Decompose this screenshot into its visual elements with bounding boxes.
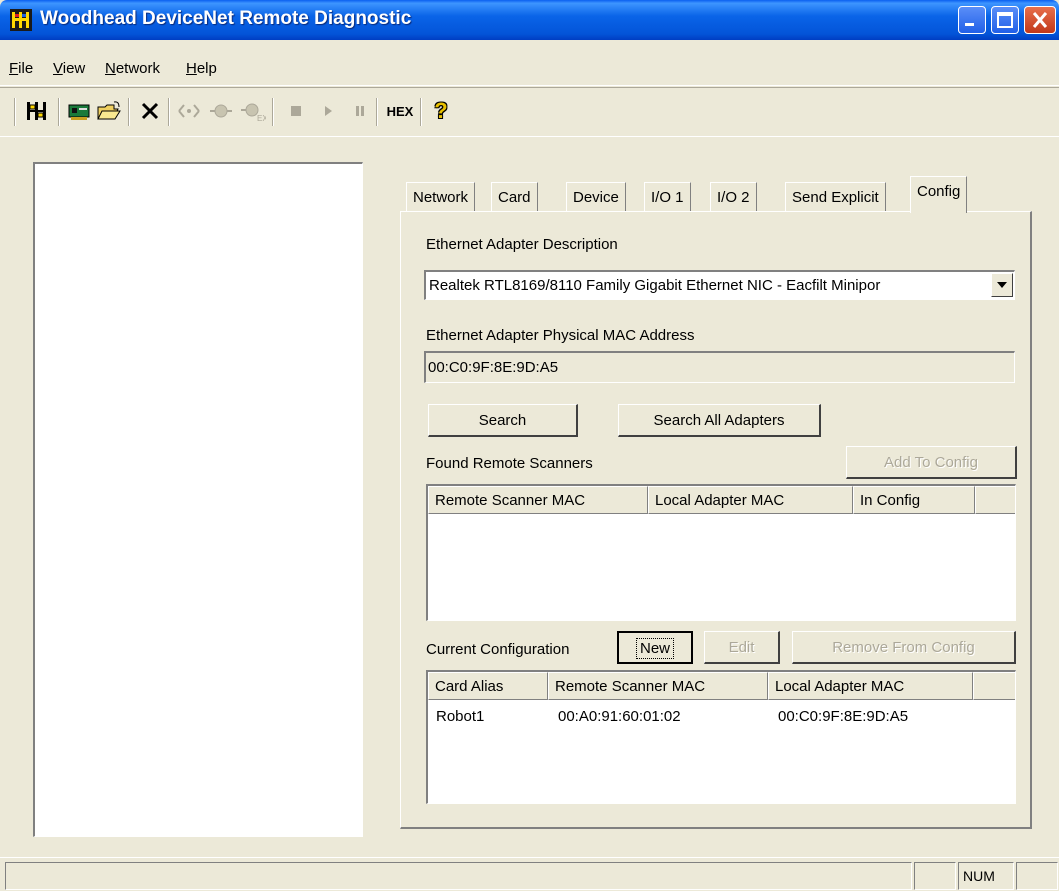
- add-to-config-button[interactable]: Add To Config: [846, 446, 1017, 479]
- pause-icon: [347, 98, 373, 124]
- column-local-adapter-mac[interactable]: Local Adapter MAC: [768, 672, 973, 700]
- menu-file[interactable]: File: [9, 60, 33, 77]
- dropdown-button[interactable]: [991, 273, 1013, 297]
- title-bar[interactable]: Woodhead DeviceNet Remote Diagnostic: [0, 0, 1059, 40]
- found-scanners-label: Found Remote Scanners: [426, 455, 593, 472]
- status-bar: NUM: [0, 857, 1059, 891]
- search-button[interactable]: Search: [428, 404, 578, 437]
- minimize-icon: [965, 23, 974, 26]
- column-spacer: [975, 486, 1015, 514]
- help-icon[interactable]: ?: [428, 98, 454, 124]
- search-all-adapters-button[interactable]: Search All Adapters: [618, 404, 821, 437]
- status-scroll: [1016, 862, 1058, 890]
- new-button[interactable]: New: [617, 631, 693, 664]
- cell-local-adapter-mac: 00:C0:9F:8E:9D:A5: [778, 708, 909, 725]
- status-caps: [914, 862, 956, 890]
- toolbar: EX HEX ?: [0, 87, 1059, 137]
- current-config-list[interactable]: Card Alias Remote Scanner MAC Local Adap…: [426, 670, 1016, 804]
- menu-bar: File View Network Help: [0, 40, 1059, 86]
- device-explicit-icon: EX: [240, 98, 266, 124]
- chevron-down-icon: [997, 282, 1007, 288]
- hex-icon[interactable]: HEX: [384, 98, 416, 124]
- remove-from-config-button[interactable]: Remove From Config: [792, 631, 1016, 664]
- open-folder-icon[interactable]: [96, 98, 122, 124]
- online-icon: [176, 98, 202, 124]
- close-icon: [1032, 12, 1048, 28]
- status-message: [5, 862, 912, 890]
- minimize-button[interactable]: [958, 6, 986, 34]
- tab-io2[interactable]: I/O 2: [710, 182, 757, 212]
- stop-icon: [283, 98, 309, 124]
- tab-network[interactable]: Network: [406, 182, 476, 212]
- maximize-icon: [997, 12, 1013, 28]
- app-icon: [10, 9, 32, 31]
- window-title: Woodhead DeviceNet Remote Diagnostic: [40, 8, 412, 29]
- mac-address-field: 00:C0:9F:8E:9D:A5: [424, 351, 1015, 383]
- tab-card[interactable]: Card: [491, 182, 538, 212]
- adapter-description-select[interactable]: Realtek RTL8169/8110 Family Gigabit Ethe…: [424, 270, 1015, 300]
- adapter-description-label: Ethernet Adapter Description: [426, 236, 618, 253]
- menu-help[interactable]: Help: [186, 60, 217, 77]
- svg-text:EX: EX: [257, 114, 266, 123]
- status-num: NUM: [958, 862, 1014, 890]
- menu-network[interactable]: Network: [105, 60, 160, 77]
- tab-send-explicit[interactable]: Send Explicit: [785, 182, 886, 212]
- cell-card-alias: Robot1: [436, 708, 485, 725]
- column-local-adapter-mac[interactable]: Local Adapter MAC: [648, 486, 853, 514]
- delete-icon[interactable]: [137, 98, 163, 124]
- play-icon: [315, 98, 341, 124]
- cell-remote-scanner-mac: 00:A0:91:60:01:02: [558, 708, 681, 725]
- found-scanners-list[interactable]: Remote Scanner MAC Local Adapter MAC In …: [426, 484, 1016, 621]
- column-spacer: [973, 672, 1015, 700]
- adapter-description-value: Realtek RTL8169/8110 Family Gigabit Ethe…: [429, 277, 881, 294]
- device-icon: [208, 98, 234, 124]
- maximize-button[interactable]: [991, 6, 1019, 34]
- tab-config[interactable]: Config: [910, 176, 968, 213]
- column-card-alias[interactable]: Card Alias: [428, 672, 548, 700]
- tab-io1[interactable]: I/O 1: [644, 182, 691, 212]
- current-config-label: Current Configuration: [426, 641, 570, 658]
- tab-device[interactable]: Device: [566, 182, 626, 212]
- close-button[interactable]: [1024, 6, 1056, 34]
- edit-button[interactable]: Edit: [704, 631, 780, 664]
- column-in-config[interactable]: In Config: [853, 486, 975, 514]
- column-remote-scanner-mac[interactable]: Remote Scanner MAC: [428, 486, 648, 514]
- menu-view[interactable]: View: [53, 60, 85, 77]
- device-tree-pane[interactable]: [33, 162, 363, 837]
- network-scan-icon[interactable]: [24, 98, 50, 124]
- mac-address-label: Ethernet Adapter Physical MAC Address: [426, 327, 695, 344]
- column-remote-scanner-mac[interactable]: Remote Scanner MAC: [548, 672, 768, 700]
- card-icon[interactable]: [66, 98, 92, 124]
